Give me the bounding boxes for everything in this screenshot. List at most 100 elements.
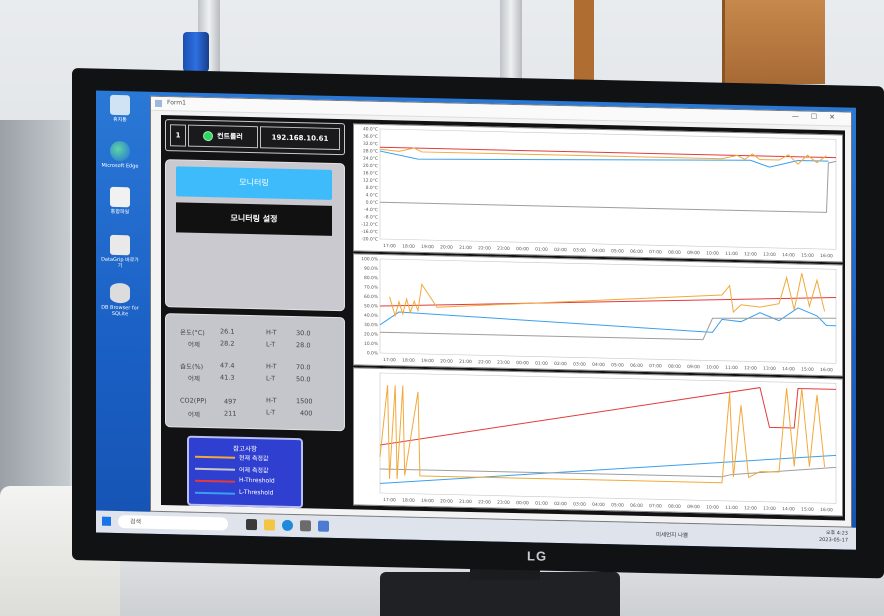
x-tick-label: 10:00 <box>706 364 719 370</box>
co2-value: 497 <box>224 397 237 406</box>
x-tick-label: 20:00 <box>440 498 453 504</box>
hum-yesterday-label: 어제 <box>188 374 200 383</box>
hum-ht-label: H-T <box>266 362 277 371</box>
x-tick-label: 06:00 <box>630 363 643 369</box>
x-tick-label: 05:00 <box>611 248 624 254</box>
y-tick-label: -12.0°C <box>361 222 378 228</box>
y-tick-label: 10.0% <box>364 341 378 347</box>
device-index: 1 <box>170 124 186 147</box>
legend-label: 현재 측정값 <box>239 454 269 463</box>
y-tick-label: 36.0°C <box>363 134 378 140</box>
x-tick-label: 15:00 <box>801 367 814 373</box>
x-tick-label: 04:00 <box>592 248 605 254</box>
weather-widget[interactable]: 미세먼지 나쁨 <box>656 530 688 539</box>
desktop-icon-edge[interactable]: Microsoft Edge <box>100 140 140 170</box>
app-taskbar-icon[interactable] <box>318 520 329 532</box>
legend-swatch <box>195 479 235 483</box>
monitor: LG 휴지통 Microsoft Edge 통합파일 DataGrip 바로가기… <box>72 68 884 579</box>
x-tick-label: 22:00 <box>478 499 491 505</box>
humidity-chart[interactable]: 100.0% 90.0% 80.0% 70.0% 60.0% 50.0% 40.0% 30.0… <box>353 253 843 377</box>
file-icon <box>110 186 130 208</box>
x-tick-label: 13:00 <box>763 506 776 512</box>
store-icon[interactable] <box>300 520 311 532</box>
edge-taskbar-icon[interactable] <box>282 519 293 532</box>
desktop-icon-file[interactable]: 통합파일 <box>100 186 140 216</box>
x-tick-label: 01:00 <box>535 361 548 367</box>
x-tick-label: 10:00 <box>706 504 719 510</box>
y-tick-label: 32.0°C <box>363 141 378 147</box>
desktop-icon-db-browser[interactable]: DB Browser for SQLite <box>100 282 140 318</box>
desktop-icon-shortcut[interactable]: DataGrip 바로가기 <box>100 234 140 270</box>
co2-chart-svg: 17:00 18:00 19:00 20:00 21:00 22:00 23:00 00:00… <box>379 372 837 513</box>
x-tick-label: 16:00 <box>820 253 833 259</box>
x-tick-label: 01:00 <box>535 247 548 253</box>
task-view-icon[interactable] <box>246 518 257 531</box>
x-tick-label: 11:00 <box>725 505 738 511</box>
x-tick-label: 14:00 <box>782 252 795 258</box>
edge-icon <box>110 140 130 162</box>
co2-yesterday-value: 211 <box>224 409 237 418</box>
wooden-cabinet <box>722 0 825 84</box>
x-tick-label: 14:00 <box>782 506 795 512</box>
temp-value: 26.1 <box>220 327 235 336</box>
x-tick-label: 18:00 <box>402 497 415 503</box>
windows-start-icon[interactable] <box>102 516 111 526</box>
x-tick-label: 03:00 <box>573 247 586 253</box>
x-tick-label: 21:00 <box>459 499 472 505</box>
temp-lt-label: L-T <box>266 340 276 349</box>
x-tick-label: 11:00 <box>725 365 738 371</box>
system-tray-clock[interactable]: 오후 4:23 2023-05-17 <box>819 530 848 545</box>
x-tick-label: 02:00 <box>554 361 567 367</box>
x-tick-label: 19:00 <box>421 358 434 364</box>
y-tick-label: 24.0°C <box>363 156 378 162</box>
y-tick-label: 40.0% <box>364 313 378 319</box>
co2-lt-value: 400 <box>300 409 313 418</box>
x-tick-label: 20:00 <box>440 358 453 364</box>
y-tick-label: -8.0°C <box>364 214 378 220</box>
x-tick-label: 17:00 <box>383 243 396 249</box>
x-tick-label: 08:00 <box>668 250 681 256</box>
x-tick-label: 23:00 <box>497 360 510 366</box>
y-tick-label: 16.0°C <box>363 170 378 176</box>
y-tick-label: 50.0% <box>364 303 378 309</box>
desktop-icon-recycle-bin[interactable]: 휴지통 <box>100 94 140 124</box>
x-tick-label: 08:00 <box>668 364 681 370</box>
legend-swatch <box>195 467 235 471</box>
x-tick-label: 12:00 <box>744 505 757 511</box>
x-tick-label: 19:00 <box>421 244 434 250</box>
x-tick-label: 00:00 <box>516 246 529 252</box>
document-icon <box>110 234 130 256</box>
temp-yesterday-value: 28.2 <box>220 339 235 348</box>
legend-item: 어제 측정값 <box>195 464 299 475</box>
temperature-chart[interactable]: 40.0°C 36.0°C 32.0°C 28.0°C 24.0°C 20.0°C 16.0… <box>353 123 843 263</box>
legend-panel: 참고사항 현재 측정값 어제 측정값 H-Threshold L-Thresho… <box>187 435 303 509</box>
y-tick-label: 28.0°C <box>363 148 378 154</box>
temp-lt-value: 28.0 <box>296 341 311 350</box>
blue-can <box>183 32 209 72</box>
legend-item: L-Threshold <box>195 488 299 499</box>
legend-swatch <box>195 455 235 459</box>
co2-chart[interactable]: 17:00 18:00 19:00 20:00 21:00 22:00 23:00 00:00… <box>353 367 843 517</box>
device-status[interactable]: 컨트롤러 <box>188 124 258 149</box>
menu-panel: 모니터링 모니터링 설정 <box>165 159 345 312</box>
x-tick-label: 08:00 <box>668 504 681 510</box>
y-tick-label: 100.0% <box>361 256 378 262</box>
x-tick-label: 07:00 <box>649 503 662 509</box>
x-tick-label: 00:00 <box>516 360 529 366</box>
window-controls[interactable]: —☐✕ <box>792 112 847 121</box>
co2-ht-value: 1500 <box>296 397 313 406</box>
monitoring-button[interactable]: 모니터링 <box>176 166 332 200</box>
x-tick-label: 01:00 <box>535 501 548 507</box>
monitoring-settings-button[interactable]: 모니터링 설정 <box>176 202 332 236</box>
taskbar-search[interactable]: 검색 <box>118 515 228 531</box>
y-tick-label: 20.0°C <box>363 163 378 169</box>
temperature-chart-svg: 40.0°C 36.0°C32.0°C28.0°C 24.0°C20.0°C16.0… <box>361 126 837 259</box>
x-tick-label: 04:00 <box>592 362 605 368</box>
co2-label: CO2(PP) <box>180 396 207 406</box>
legend-item: 현재 측정값 <box>195 452 299 463</box>
file-explorer-icon[interactable] <box>264 519 275 531</box>
x-tick-label: 03:00 <box>573 501 586 507</box>
x-tick-label: 18:00 <box>402 243 415 249</box>
readings-panel: 온도(°C) 26.1 H-T 30.0 어제 28.2 L-T 28.0 습도… <box>165 313 345 432</box>
x-tick-label: 21:00 <box>459 359 472 365</box>
